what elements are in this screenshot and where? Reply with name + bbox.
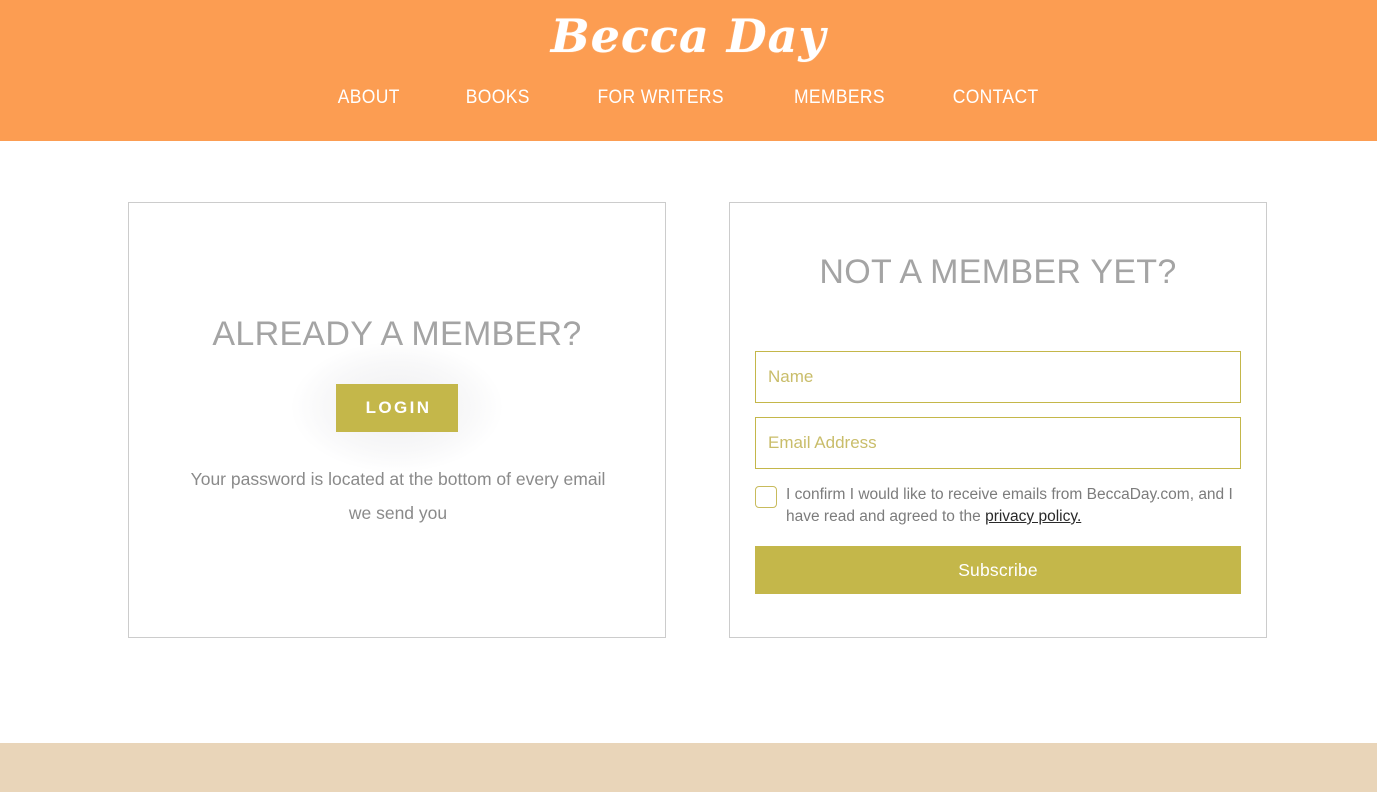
consent-text: I confirm I would like to receive emails… — [786, 484, 1241, 528]
site-logo[interactable]: Becca Day — [0, 4, 1377, 68]
login-card-heading: ALREADY A MEMBER? — [212, 315, 582, 353]
email-input[interactable] — [755, 417, 1241, 469]
login-card-inner: ALREADY A MEMBER? LOGIN Your password is… — [129, 203, 665, 637]
footer-strip — [0, 743, 1377, 792]
signup-card-inner: NOT A MEMBER YET? I confirm I would like… — [730, 203, 1266, 637]
signup-card-heading: NOT A MEMBER YET? — [819, 253, 1177, 291]
signup-form: I confirm I would like to receive emails… — [755, 351, 1241, 594]
nav-item-about[interactable]: ABOUT — [338, 85, 400, 111]
page-root: Becca Day ABOUT BOOKS FOR WRITERS MEMBER… — [0, 0, 1377, 792]
name-input[interactable] — [755, 351, 1241, 403]
consent-checkbox[interactable] — [755, 486, 777, 508]
login-card: ALREADY A MEMBER? LOGIN Your password is… — [128, 202, 666, 638]
nav-item-members[interactable]: MEMBERS — [794, 85, 885, 111]
nav-item-for-writers[interactable]: FOR WRITERS — [598, 85, 724, 111]
nav-item-contact[interactable]: CONTACT — [952, 85, 1038, 111]
consent-row: I confirm I would like to receive emails… — [755, 484, 1241, 528]
login-button-wrap: LOGIN — [129, 342, 665, 472]
site-header: Becca Day ABOUT BOOKS FOR WRITERS MEMBER… — [0, 0, 1377, 141]
main-navigation: ABOUT BOOKS FOR WRITERS MEMBERS CONTACT — [0, 85, 1377, 111]
subscribe-button[interactable]: Subscribe — [755, 546, 1241, 594]
privacy-policy-link[interactable]: privacy policy. — [985, 508, 1081, 525]
signup-card: NOT A MEMBER YET? I confirm I would like… — [729, 202, 1267, 638]
login-password-note: Your password is located at the bottom o… — [190, 469, 606, 523]
login-button[interactable]: LOGIN — [335, 384, 459, 432]
nav-item-books[interactable]: BOOKS — [465, 85, 529, 111]
